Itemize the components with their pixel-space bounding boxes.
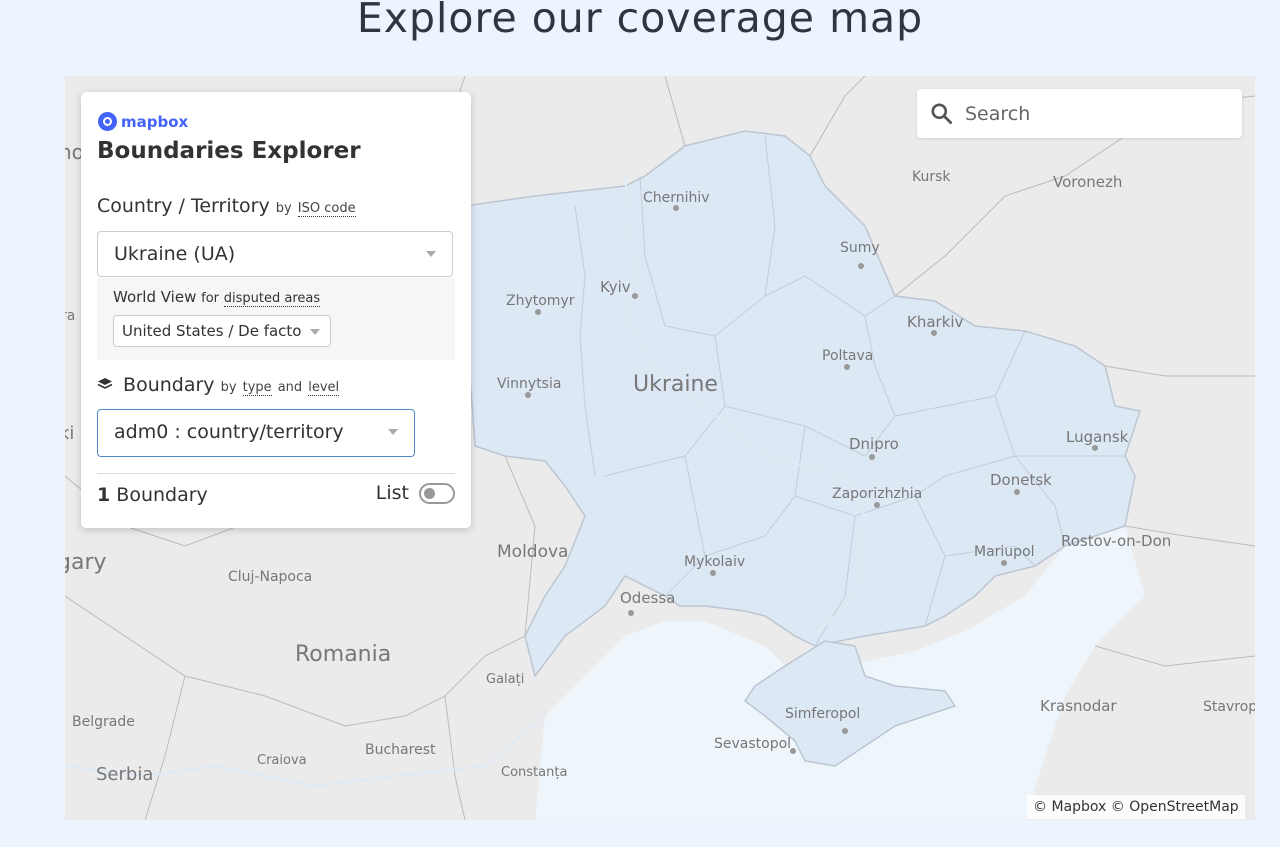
country-label: Ukraine <box>633 372 718 397</box>
list-toggle-switch[interactable] <box>419 482 455 504</box>
worldview-select[interactable]: United States / De facto <box>113 315 331 347</box>
level-link[interactable]: level <box>308 380 340 396</box>
layers-icon <box>97 378 113 389</box>
boundary-count: 1 Boundary <box>97 484 208 506</box>
city-label: Lugansk <box>1066 428 1129 446</box>
mapbox-logo-icon <box>98 112 117 131</box>
city-label: Odessa <box>620 589 675 607</box>
list-toggle[interactable]: List <box>376 482 455 504</box>
divider <box>97 473 455 474</box>
city-label: Voronezh <box>1053 173 1122 191</box>
city-label: Kharkiv <box>907 313 964 331</box>
country-territory-label: Country / Territory by ISO code <box>97 195 356 217</box>
search-input[interactable] <box>963 101 1227 126</box>
chevron-down-icon <box>310 329 320 335</box>
city-label: Dnipro <box>849 435 899 453</box>
type-link[interactable]: type <box>242 380 272 396</box>
country-label: Serbia <box>96 764 153 785</box>
city-label: Krasnodar <box>1040 697 1117 715</box>
iso-code-link[interactable]: ISO code <box>297 201 356 217</box>
worldview-label: World View for disputed areas <box>113 288 321 307</box>
country-select[interactable]: Ukraine (UA) <box>97 231 453 277</box>
city-label: Simferopol <box>785 706 860 722</box>
boundary-select[interactable]: adm0 : country/territory <box>97 409 415 457</box>
chevron-down-icon <box>426 251 436 257</box>
city-label: Poltava <box>822 348 873 364</box>
city-label: Mariupol <box>974 544 1035 560</box>
city-label: Stavrop <box>1203 699 1255 715</box>
city-label: Kyiv <box>600 278 631 296</box>
city-label: Sumy <box>840 240 880 256</box>
city-label: Rostov-on-Don <box>1061 532 1171 550</box>
city-label: Sevastopol <box>714 736 791 752</box>
search-box[interactable] <box>917 89 1242 138</box>
city-label: Craiova <box>257 753 307 768</box>
country-label: gary <box>65 550 107 575</box>
city-label: Donetsk <box>990 471 1052 489</box>
country-label: ki <box>65 423 74 444</box>
city-label: Galați <box>486 672 524 687</box>
page-title: Explore our coverage map <box>356 0 924 42</box>
city-label: Cluj-Napoca <box>228 569 312 585</box>
city-label: Mykolaiv <box>684 554 745 570</box>
country-label: Moldova <box>497 542 568 562</box>
mapbox-logo: mapbox <box>98 112 188 131</box>
country-label: ra <box>65 308 75 324</box>
search-icon <box>931 102 953 124</box>
disputed-areas-link[interactable]: disputed areas <box>223 291 321 307</box>
city-label: Constanța <box>501 765 567 780</box>
city-label: Vinnytsia <box>497 376 561 392</box>
city-label: Kursk <box>912 169 951 185</box>
map-attribution[interactable]: © Mapbox © OpenStreetMap <box>1027 795 1245 819</box>
city-label: Zaporizhzhia <box>832 486 922 502</box>
mapbox-wordmark: mapbox <box>121 112 189 131</box>
city-label: Zhytomyr <box>506 293 575 309</box>
city-label: Belgrade <box>72 714 135 730</box>
worldview-section: World View for disputed areas United Sta… <box>97 278 455 360</box>
city-label: Bucharest <box>365 742 436 758</box>
chevron-down-icon <box>388 429 398 435</box>
boundaries-explorer-panel: mapbox Boundaries Explorer Country / Ter… <box>81 92 471 528</box>
city-label: Chernihiv <box>643 190 710 206</box>
country-label: Romania <box>295 642 391 667</box>
toggle-knob <box>424 487 435 499</box>
panel-title: Boundaries Explorer <box>97 138 361 164</box>
boundary-label: Boundary by type and level <box>97 374 340 396</box>
